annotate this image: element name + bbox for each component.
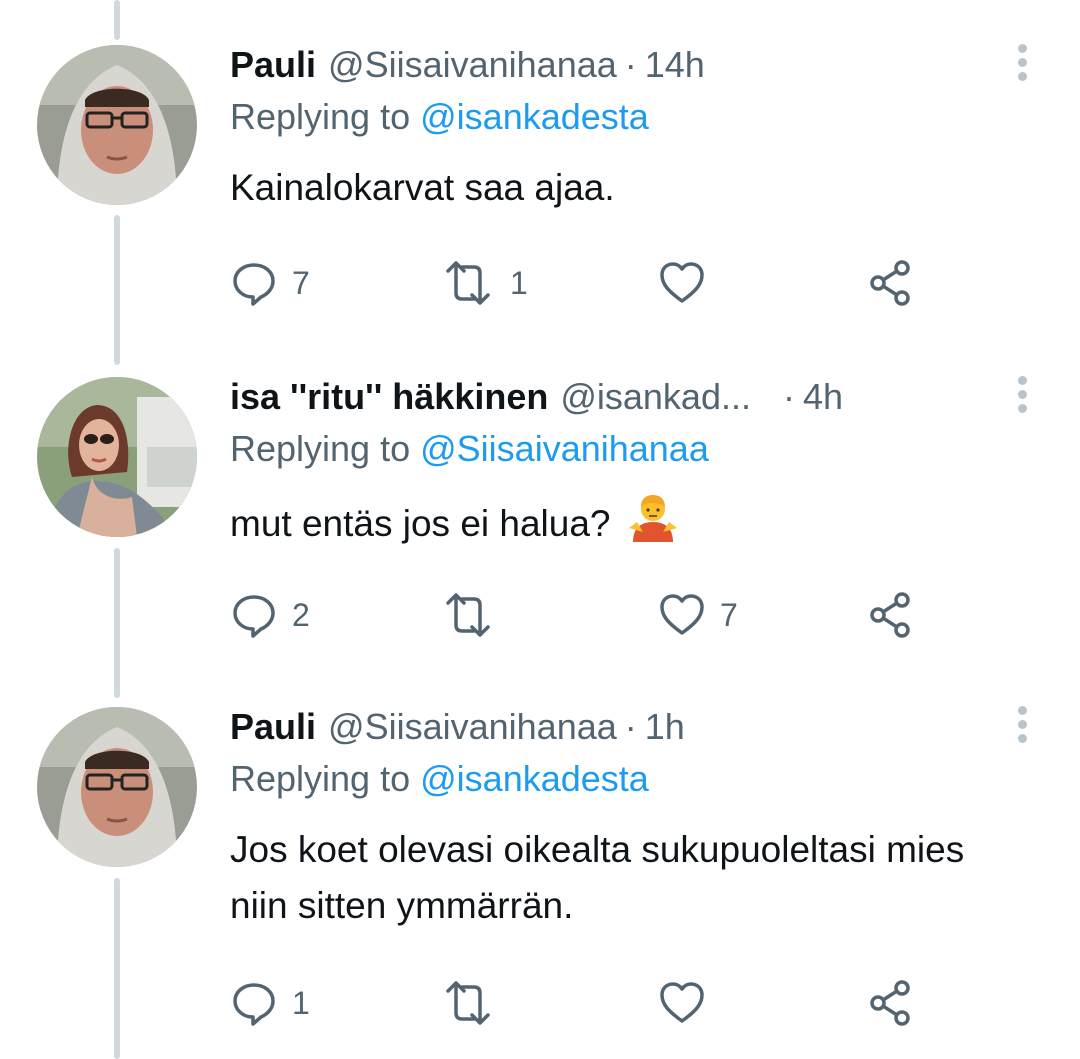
tweet-text-body: Jos koet olevasi oikealta sukupuoleltasi… — [230, 829, 965, 926]
author-name[interactable]: Pauli — [230, 44, 316, 86]
retweet-icon — [446, 261, 490, 305]
tweet[interactable]: Pauli @Siisaivanihanaa · 14h Replying to… — [0, 38, 1080, 338]
timestamp[interactable]: 4h — [803, 376, 843, 418]
author-handle[interactable]: @isankad... — [560, 376, 751, 418]
tweet[interactable]: Pauli @Siisaivanihanaa · 1h Replying to … — [0, 700, 1080, 1059]
like-count: 7 — [720, 596, 738, 633]
reply-count: 7 — [292, 264, 310, 301]
avatar[interactable] — [37, 45, 197, 205]
tweet-text: mut entäs jos ei halua? — [230, 492, 1030, 560]
reply-button[interactable]: 7 — [230, 258, 310, 308]
tweet-text-body: Kainalokarvat saa ajaa. — [230, 167, 615, 208]
replying-prefix: Replying to — [230, 758, 411, 799]
action-bar: 2 7 — [230, 590, 930, 640]
retweet-icon — [446, 981, 490, 1025]
like-button[interactable]: 7 — [658, 590, 738, 640]
reply-icon — [233, 595, 275, 638]
action-bar: 7 1 — [230, 258, 930, 308]
replying-to: Replying to @Siisaivanihanaa — [230, 428, 709, 470]
retweet-count: 1 — [510, 264, 528, 301]
share-button[interactable] — [866, 590, 916, 640]
like-button[interactable] — [658, 258, 720, 308]
thread-line — [114, 0, 120, 40]
person-shrugging-emoji — [627, 492, 679, 560]
action-bar: 1 — [230, 978, 930, 1028]
author-name[interactable]: isa ''ritu'' häkkinen — [230, 376, 548, 418]
retweet-icon — [446, 593, 490, 637]
author-name[interactable]: Pauli — [230, 706, 316, 748]
reply-count: 1 — [292, 984, 310, 1021]
mention-link[interactable]: @isankadesta — [420, 96, 649, 137]
separator-dot: · — [624, 44, 637, 85]
more-icon[interactable] — [1014, 44, 1030, 88]
share-icon — [870, 592, 910, 638]
tweet-text-body: mut entäs jos ei halua? — [230, 502, 611, 544]
separator-dot: · — [782, 376, 795, 417]
reply-count: 2 — [292, 596, 310, 633]
tweet[interactable]: isa ''ritu'' häkkinen @isankad... · 4h R… — [0, 370, 1080, 670]
reply-icon — [233, 263, 275, 306]
share-button[interactable] — [866, 978, 916, 1028]
share-button[interactable] — [866, 258, 916, 308]
author-handle[interactable]: @Siisaivanihanaa — [328, 706, 617, 748]
share-icon — [870, 980, 910, 1026]
timestamp[interactable]: 1h — [645, 706, 685, 748]
like-icon — [660, 262, 704, 303]
tweet-text: Kainalokarvat saa ajaa. — [230, 160, 1030, 216]
author-handle[interactable]: @Siisaivanihanaa — [328, 44, 617, 86]
tweet-text: Jos koet olevasi oikealta sukupuoleltasi… — [230, 822, 1030, 934]
retweet-button[interactable] — [440, 978, 510, 1028]
retweet-button[interactable]: 1 — [440, 258, 528, 308]
replying-prefix: Replying to — [230, 428, 411, 469]
mention-link[interactable]: @isankadesta — [420, 758, 649, 799]
more-icon[interactable] — [1014, 706, 1030, 750]
mention-link[interactable]: @Siisaivanihanaa — [420, 428, 709, 469]
separator-dot: · — [624, 706, 637, 747]
reply-icon — [233, 983, 275, 1026]
timestamp[interactable]: 14h — [645, 44, 705, 86]
reply-button[interactable]: 2 — [230, 590, 310, 640]
replying-to: Replying to @isankadesta — [230, 758, 649, 800]
share-icon — [870, 260, 910, 306]
reply-button[interactable]: 1 — [230, 978, 310, 1028]
like-icon — [660, 594, 704, 635]
retweet-button[interactable] — [440, 590, 510, 640]
replying-prefix: Replying to — [230, 96, 411, 137]
like-icon — [660, 982, 704, 1023]
like-button[interactable] — [658, 978, 720, 1028]
avatar[interactable] — [37, 707, 197, 867]
more-icon[interactable] — [1014, 376, 1030, 420]
avatar[interactable] — [37, 377, 197, 537]
replying-to: Replying to @isankadesta — [230, 96, 649, 138]
